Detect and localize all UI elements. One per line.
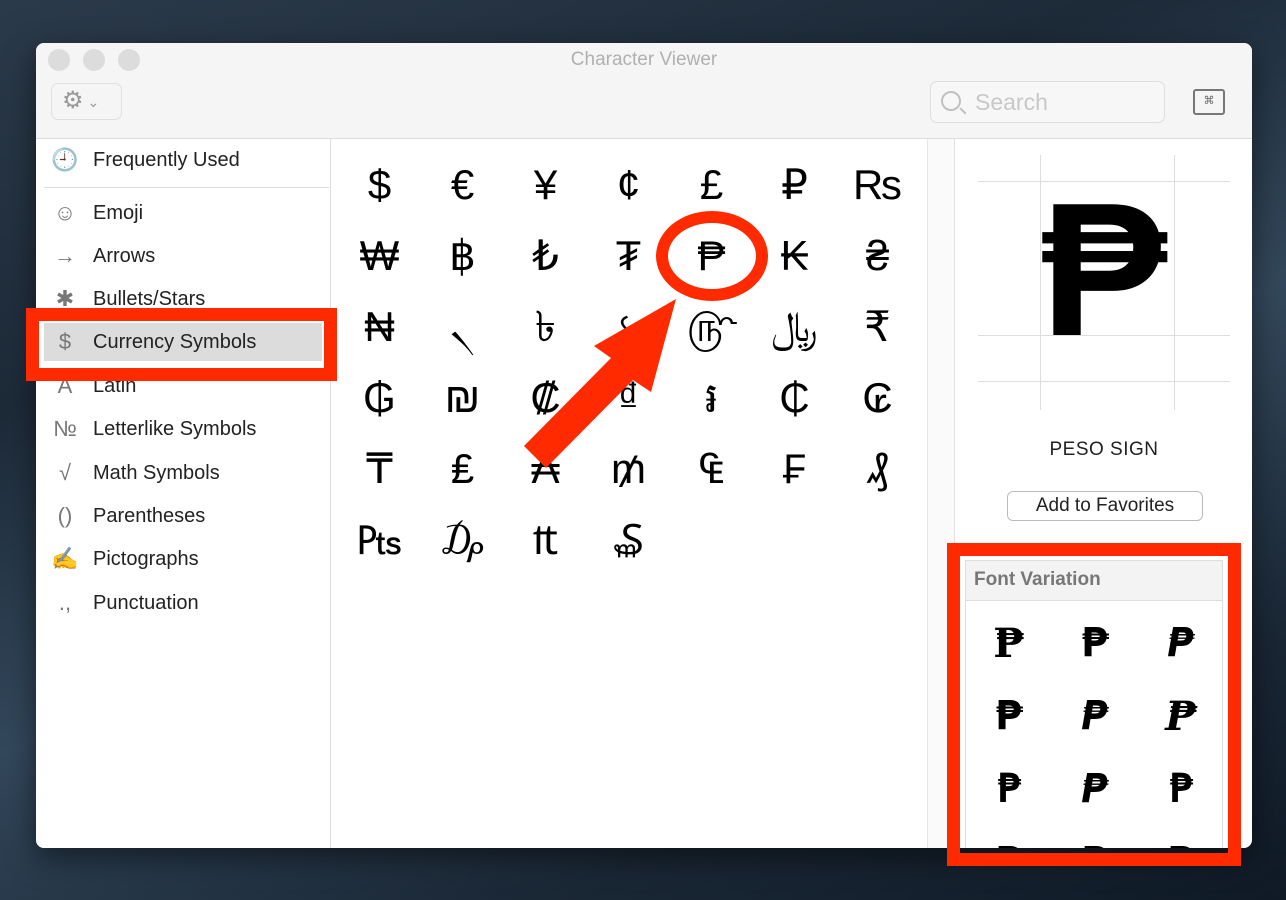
annotation-arrow [524, 299, 676, 468]
